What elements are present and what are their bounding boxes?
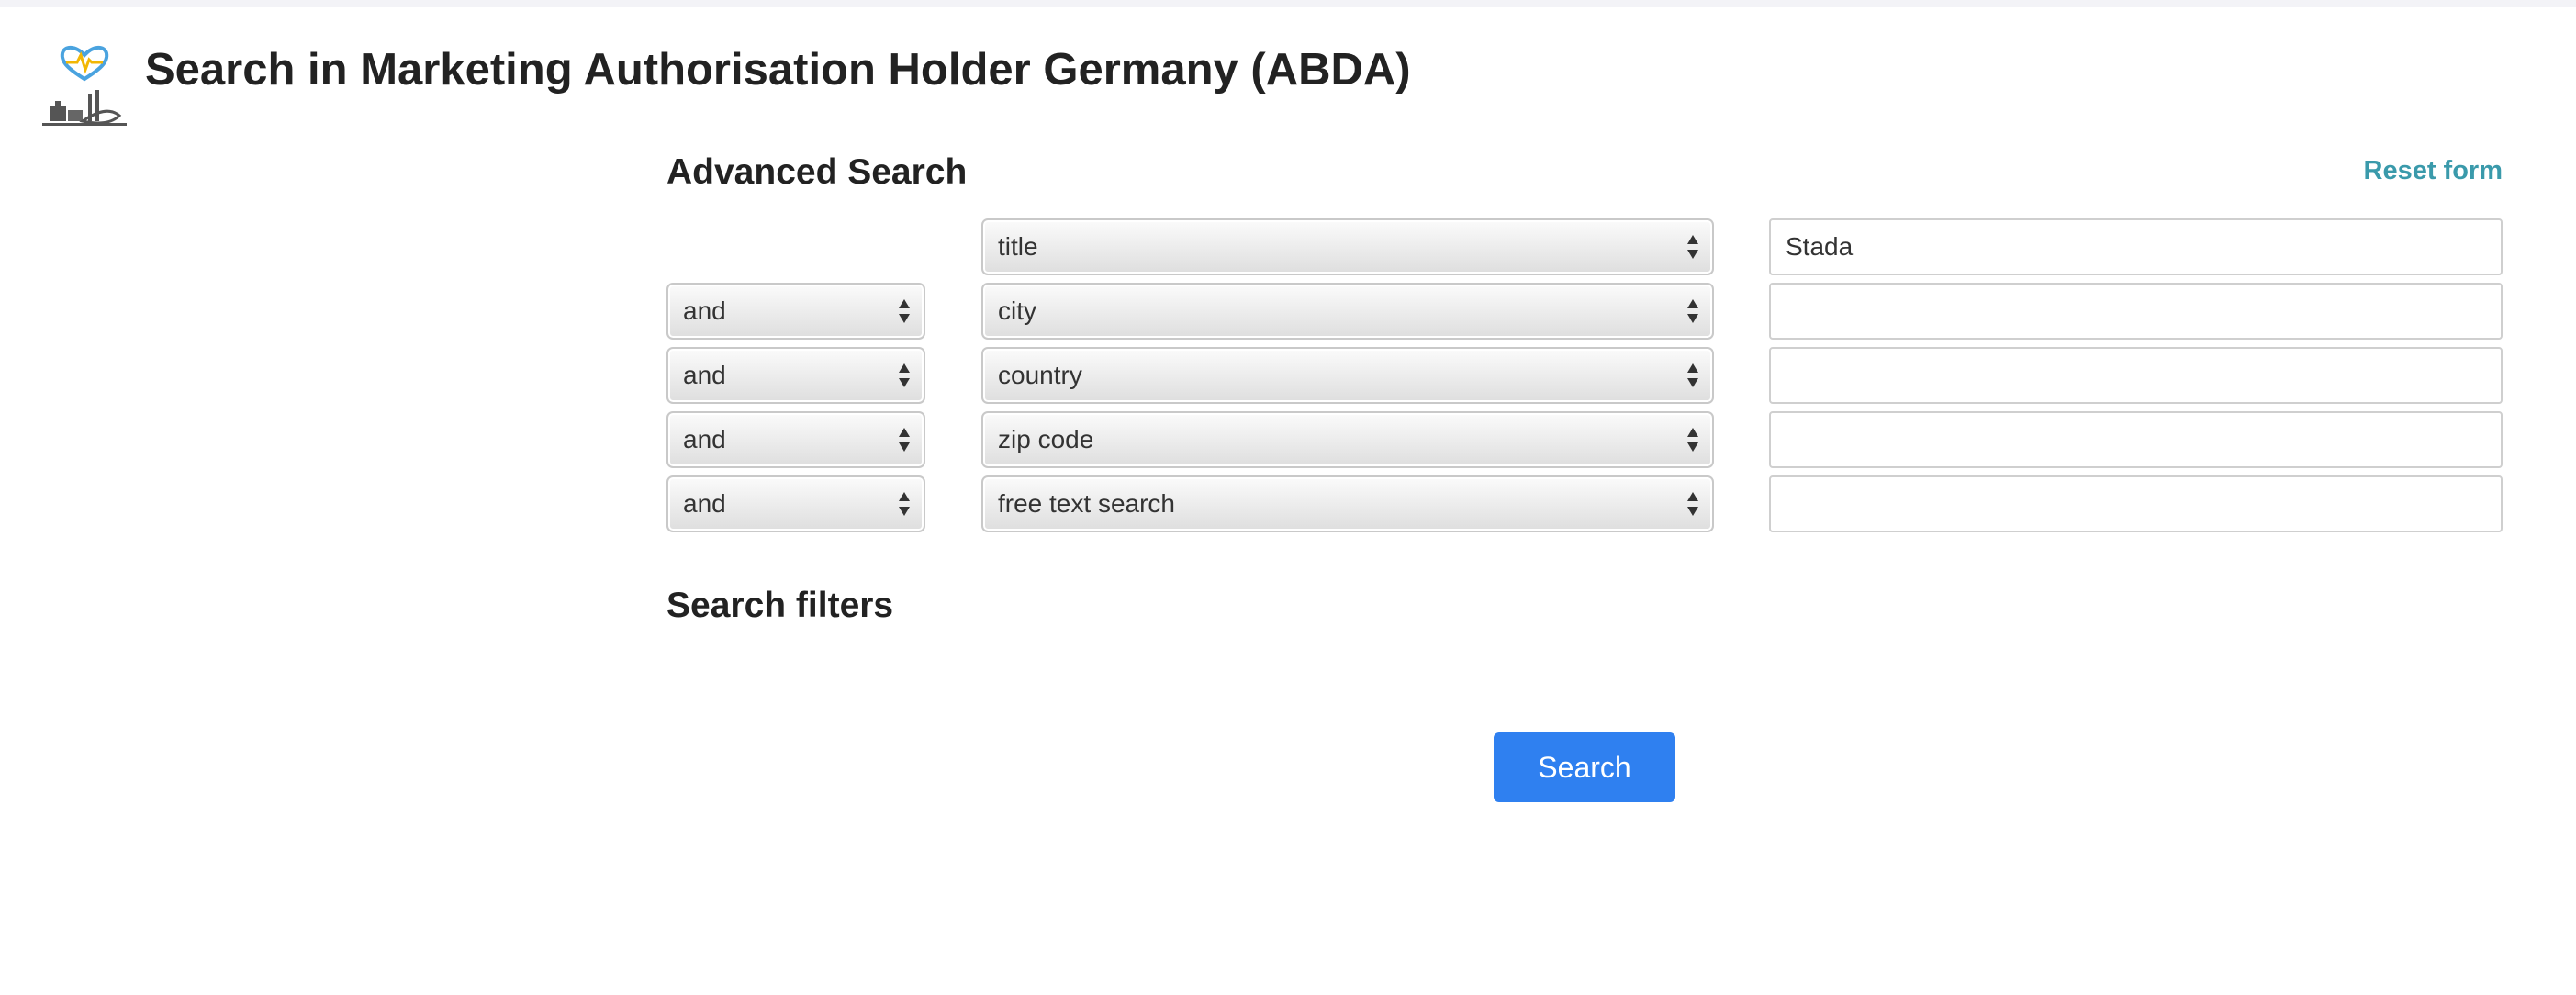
operator-select-row-3-value: and <box>683 361 726 389</box>
value-input-row-4[interactable] <box>1769 411 2503 468</box>
field-select-row-4-value: zip code <box>998 425 1094 453</box>
operator-select-row-3[interactable]: and <box>666 347 925 404</box>
select-arrows-icon <box>899 428 910 452</box>
select-arrows-icon <box>899 299 910 323</box>
operator-select-row-2-value: and <box>683 296 726 325</box>
operator-select-row-4-value: and <box>683 425 726 453</box>
search-filters-heading: Search filters <box>666 586 894 625</box>
select-arrows-icon <box>1687 363 1698 387</box>
search-button[interactable]: Search <box>1494 732 1675 802</box>
field-select-row-2[interactable]: city <box>981 283 1714 340</box>
value-input-row-1[interactable] <box>1769 218 2503 275</box>
operator-select-row-2[interactable]: and <box>666 283 925 340</box>
field-select-row-3-value: country <box>998 361 1082 389</box>
field-select-row-3[interactable]: country <box>981 347 1714 404</box>
select-arrows-icon <box>1687 492 1698 516</box>
select-arrows-icon <box>1687 235 1698 259</box>
reset-form-link[interactable]: Reset form <box>2364 154 2503 187</box>
select-arrows-icon <box>1687 299 1698 323</box>
top-bar <box>0 0 2576 7</box>
value-input-row-5[interactable] <box>1769 475 2503 532</box>
operator-select-row-4[interactable]: and <box>666 411 925 468</box>
select-arrows-icon <box>899 363 910 387</box>
select-arrows-icon <box>899 492 910 516</box>
field-select-row-1[interactable]: title <box>981 218 1714 275</box>
value-input-row-3[interactable] <box>1769 347 2503 404</box>
field-select-row-5[interactable]: free text search <box>981 475 1714 532</box>
operator-select-row-5-value: and <box>683 489 726 518</box>
pharma-company-logo-icon <box>42 45 127 126</box>
field-select-row-2-value: city <box>998 296 1036 325</box>
advanced-search-heading: Advanced Search <box>666 152 968 192</box>
field-select-row-4[interactable]: zip code <box>981 411 1714 468</box>
field-select-row-5-value: free text search <box>998 489 1175 518</box>
page-title: Search in Marketing Authorisation Holder… <box>145 45 1411 95</box>
value-input-row-2[interactable] <box>1769 283 2503 340</box>
operator-select-row-5[interactable]: and <box>666 475 925 532</box>
select-arrows-icon <box>1687 428 1698 452</box>
field-select-row-1-value: title <box>998 232 1038 261</box>
